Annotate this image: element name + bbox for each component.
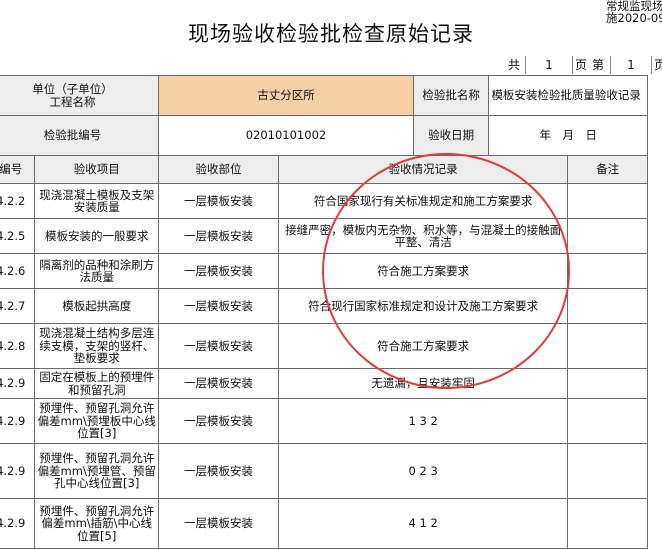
row-no: 4.2.9 [0, 398, 36, 444]
date-label: 验收日期 [412, 115, 490, 156]
row-record: 符合国家现行有关标准规定和施工方案要求 [277, 183, 569, 219]
row-part: 一层模板安装 [158, 218, 279, 254]
row-item: 模板起拱高度 [34, 288, 160, 324]
row-record: 1 3 2 [277, 398, 569, 444]
row-item: 现浇混凝土结构多层连续支模，支架的竖杆、垫板要求 [34, 323, 160, 369]
table-row: 4.2.7 模板起拱高度 一层模板安装 符合现行国家标准规定和设计及施工方案要求 [0, 288, 648, 324]
row-no: 4.2.8 [0, 323, 36, 369]
date-value: 年 月 日 [488, 115, 648, 156]
row-item: 隔离剂的品种和涂刷方法质量 [34, 253, 160, 289]
table-row: 4.2.5 模板安装的一般要求 一层模板安装 接缝严密，模板内无杂物、积水等，与… [0, 218, 648, 254]
row-part: 一层模板安装 [158, 288, 279, 324]
row-no: 4.2.9 [0, 443, 36, 499]
row-record: 符合施工方案要求 [277, 323, 569, 369]
row-item: 预埋件、预留孔洞允许偏差mm\预埋管、预留孔中心线位置[3] [34, 443, 160, 499]
table-row: 4.2.8 现浇混凝土结构多层连续支模，支架的竖杆、垫板要求 一层模板安装 符合… [0, 323, 648, 369]
page-label: 页 [575, 58, 588, 72]
row-part: 一层模板安装 [158, 398, 279, 444]
row-part: 一层模板安装 [158, 368, 279, 399]
header-part: 验收部位 [158, 155, 279, 184]
table-row: 4.2.9 预埋件、预留孔洞允许偏差mm\插筋\中心线位置[5] 一层模板安装 … [0, 498, 648, 549]
batch-no-label: 检验批编号 [0, 115, 160, 156]
row-item: 预埋件、预留孔洞允许偏差mm\预埋板中心线位置[3] [34, 398, 160, 444]
current-label: 第 [592, 58, 605, 72]
page-title: 现场验收检验批检查原始记录 [188, 22, 474, 46]
header-no: 编号 [0, 155, 36, 184]
table-row: 4.2.9 预埋件、预留孔洞允许偏差mm\预埋板中心线位置[3] 一层模板安装 … [0, 398, 648, 444]
row-record: 符合现行国家标准规定和设计及施工方案要求 [277, 288, 569, 324]
header-item: 验收项目 [34, 155, 160, 184]
table-row: 4.2.6 隔离剂的品种和涂刷方法质量 一层模板安装 符合施工方案要求 [0, 253, 648, 289]
table-row: 4.2.2 现浇混凝土模板及支架安装质量 一层模板安装 符合国家现行有关标准规定… [0, 183, 648, 219]
row-note [567, 253, 648, 289]
row-note [567, 398, 648, 444]
row-item: 模板安装的一般要求 [34, 218, 160, 254]
row-note [567, 498, 648, 549]
row-note [567, 323, 648, 369]
row-record: 符合施工方案要求 [277, 253, 569, 289]
row-no: 4.2.5 [0, 218, 36, 254]
header-note: 备注 [567, 155, 648, 184]
row-record: 无遗漏，且安装牢固 [277, 368, 569, 399]
header-record: 验收情况记录 [277, 155, 569, 184]
row-no: 4.2.9 [0, 498, 36, 549]
row-note [567, 288, 648, 324]
table-row: 4.2.9 预埋件、预留孔洞允许偏差mm\预埋管、预留孔中心线位置[3] 一层模… [0, 443, 648, 499]
table-row: 4.2.9 固定在模板上的预埋件和预留孔洞 一层模板安装 无遗漏，且安装牢固 [0, 368, 648, 399]
row-part: 一层模板安装 [158, 498, 279, 549]
row-part: 一层模板安装 [158, 323, 279, 369]
row-note [567, 183, 648, 219]
row-no: 4.2.9 [0, 368, 36, 399]
row-part: 一层模板安装 [158, 443, 279, 499]
unit-label: 单位（子单位） 工程名称 [0, 75, 160, 116]
total-pages: 1 [525, 56, 573, 74]
unit-value: 古丈分区所 [158, 75, 414, 116]
row-record: 0 2 3 [277, 443, 569, 499]
page-label-2: 页 [654, 58, 662, 72]
row-note [567, 368, 648, 399]
row-no: 4.2.7 [0, 288, 36, 324]
total-label: 共 [508, 58, 521, 72]
row-item: 现浇混凝土模板及支架安装质量 [34, 183, 160, 219]
current-page: 1 [610, 56, 652, 74]
row-record: 4 1 2 [277, 498, 569, 549]
row-part: 一层模板安装 [158, 183, 279, 219]
row-note [567, 443, 648, 499]
row-item: 固定在模板上的预埋件和预留孔洞 [34, 368, 160, 399]
batch-name-label: 检验批名称 [412, 75, 490, 116]
inspection-table: 单位（子单位） 工程名称 古丈分区所 检验批名称 模板安装检验批质量验收记录 检… [0, 75, 648, 549]
row-note [567, 218, 648, 254]
batch-no-value: 02010101002 [158, 115, 414, 156]
row-part: 一层模板安装 [158, 253, 279, 289]
batch-name-value: 模板安装检验批质量验收记录 [488, 75, 648, 116]
row-no: 4.2.2 [0, 183, 36, 219]
row-record: 接缝严密，模板内无杂物、积水等，与混凝土的接触面平整、清洁 [277, 218, 569, 254]
row-item: 预埋件、预留孔洞允许偏差mm\插筋\中心线位置[5] [34, 498, 160, 549]
row-no: 4.2.6 [0, 253, 36, 289]
